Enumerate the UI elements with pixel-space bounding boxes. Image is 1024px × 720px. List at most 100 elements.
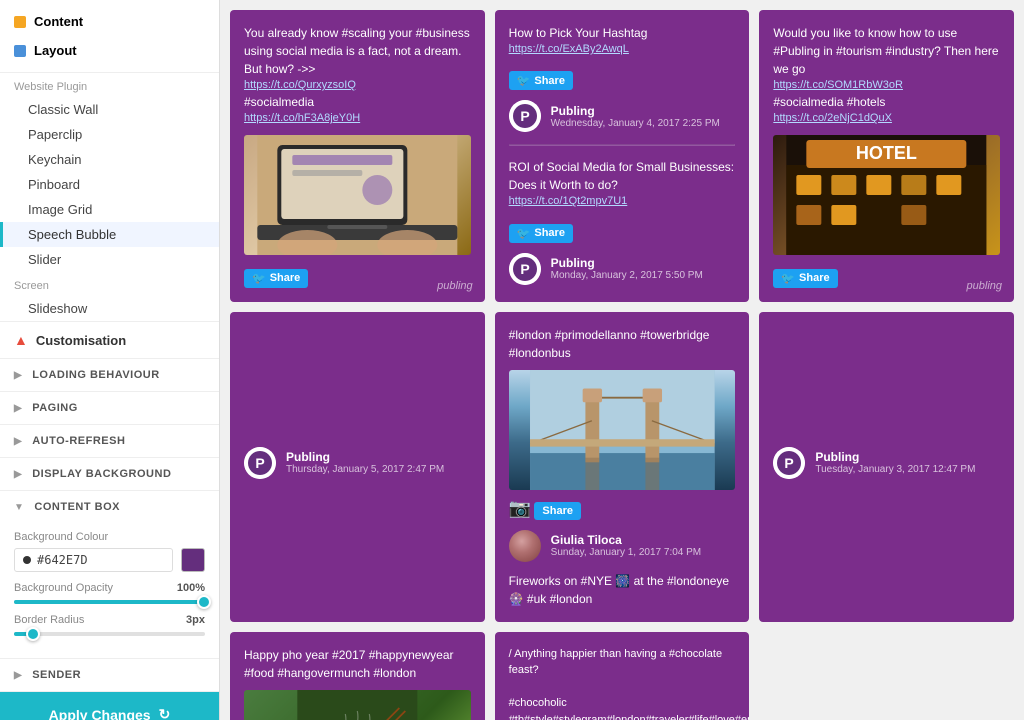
twitter-share-2b[interactable]: 🐦 Share <box>509 224 573 243</box>
sidebar: Content Layout Website Plugin Classic Wa… <box>0 0 220 720</box>
svg-text:P: P <box>520 261 529 277</box>
border-radius-slider[interactable] <box>14 632 205 636</box>
post-link-3b[interactable]: https://t.co/2eNjC1dQuX <box>773 111 1000 126</box>
accordion-content-box-body: Background Colour #642E7D Background Opa… <box>0 523 219 658</box>
color-hex-value: #642E7D <box>37 553 88 567</box>
twitter-icon: 🐦 <box>781 272 795 285</box>
opacity-slider[interactable] <box>14 600 205 604</box>
sidebar-item-slider[interactable]: Slider <box>0 247 219 272</box>
background-opacity-field: Background Opacity 100% <box>14 582 205 604</box>
sidebar-item-slideshow[interactable]: Slideshow <box>0 296 219 321</box>
opacity-value: 100% <box>177 582 205 594</box>
card-header-6: P Publing Tuesday, January 3, 2017 12:47… <box>773 447 975 479</box>
post-card-5: #london #primodellanno #towerbridge #lon… <box>495 312 750 622</box>
author-2a: Publing <box>551 104 720 118</box>
background-colour-label: Background Colour <box>14 531 205 543</box>
chevron-icon: ▶ <box>14 469 22 480</box>
opacity-slider-thumb[interactable] <box>197 595 211 609</box>
chevron-down-icon: ▼ <box>14 502 24 513</box>
sidebar-item-classic-wall[interactable]: Classic Wall <box>0 97 219 122</box>
post-card-1: You already know #scaling your #business… <box>230 10 485 302</box>
border-radius-value: 3px <box>186 614 205 626</box>
layout-icon <box>14 45 26 57</box>
twitter-share-2a[interactable]: 🐦 Share <box>509 71 573 90</box>
date-2b: Monday, January 2, 2017 5:50 PM <box>551 270 703 281</box>
sidebar-item-paperclip[interactable]: Paperclip <box>0 122 219 147</box>
avatar-2b: P <box>509 253 541 285</box>
chevron-icon: ▶ <box>14 670 22 681</box>
nav-items: Classic Wall Paperclip Keychain Pinboard… <box>0 97 219 272</box>
post-text-3: Would you like to know how to use #Publi… <box>773 24 1000 127</box>
svg-text:P: P <box>255 455 264 471</box>
post-text-5: #london #primodellanno #towerbridge #lon… <box>509 326 736 362</box>
customize-icon: ▲ <box>14 332 28 348</box>
post-card-2: How to Pick Your Hashtag https://t.co/Ex… <box>495 10 750 302</box>
apply-changes-button[interactable]: Apply Changes ↻ <box>0 692 219 720</box>
color-swatch[interactable] <box>181 548 205 572</box>
accordion-content-box-header[interactable]: ▼ CONTENT BOX <box>0 491 219 523</box>
post-image-3: HOTEL <box>773 135 1000 255</box>
sidebar-item-pinboard[interactable]: Pinboard <box>0 172 219 197</box>
post-link-2b[interactable]: https://t.co/1Qt2mpv7U1 <box>509 194 736 209</box>
border-radius-label: Border Radius <box>14 614 84 626</box>
twitter-icon: 🐦 <box>517 74 531 87</box>
instagram-icon: 📷 <box>509 498 531 518</box>
svg-text:P: P <box>785 455 794 471</box>
publing-logo-1: publing <box>437 280 472 292</box>
content-icon <box>14 16 26 28</box>
post-link-3a[interactable]: https://t.co/SOM1RbW3oR <box>773 78 1000 93</box>
accordion-auto-refresh-header[interactable]: ▶ AUTO-REFRESH <box>0 425 219 457</box>
sidebar-item-content[interactable]: Content <box>14 10 205 33</box>
accordion-display-background-header[interactable]: ▶ DISPLAY BACKGROUND <box>0 458 219 490</box>
card-header-4: P Publing Thursday, January 5, 2017 2:47… <box>244 447 444 479</box>
accordion-paging-header[interactable]: ▶ PAGING <box>0 392 219 424</box>
card-footer-2a: P Publing Wednesday, January 4, 2017 2:2… <box>509 100 736 132</box>
post-card-8: / Anything happier than having a #chocol… <box>495 632 750 720</box>
sidebar-item-keychain[interactable]: Keychain <box>0 147 219 172</box>
post-link-2a[interactable]: https://t.co/ExABy2AwqL <box>509 42 736 57</box>
date-4: Thursday, January 5, 2017 2:47 PM <box>286 464 444 475</box>
post-card-7: Happy pho year #2017 #happynewyear #food… <box>230 632 485 720</box>
post-image-5 <box>509 370 736 490</box>
accordion-loading-label: LOADING BEHAVIOUR <box>32 369 159 381</box>
screen-label: Screen <box>0 272 219 296</box>
post-text-8: / Anything happier than having a #chocol… <box>509 646 736 720</box>
accordion-sender-label: SENDER <box>32 669 81 681</box>
border-radius-field: Border Radius 3px <box>14 614 205 636</box>
border-radius-slider-thumb[interactable] <box>26 627 40 641</box>
avatar-4: P <box>244 447 276 479</box>
content-label: Content <box>34 14 83 29</box>
post-link-1a[interactable]: https://t.co/QurxyzsoIQ <box>244 78 471 93</box>
author-6: Publing <box>815 450 975 464</box>
accordion-auto-refresh: ▶ AUTO-REFRESH <box>0 425 219 458</box>
color-picker-icon <box>23 556 31 564</box>
twitter-share-3[interactable]: 🐦 Share <box>773 269 837 288</box>
author-2b: Publing <box>551 256 703 270</box>
accordion-auto-refresh-label: AUTO-REFRESH <box>32 435 125 447</box>
sidebar-item-speech-bubble[interactable]: Speech Bubble <box>0 222 219 247</box>
avatar-2a: P <box>509 100 541 132</box>
post-image-1 <box>244 135 471 255</box>
post-link-1b[interactable]: https://t.co/hF3A8jeY0H <box>244 111 471 126</box>
post-card-4: P Publing Thursday, January 5, 2017 2:47… <box>230 312 485 622</box>
svg-text:P: P <box>520 108 529 124</box>
customisation-header: ▲ Customisation <box>0 321 219 359</box>
sidebar-item-image-grid[interactable]: Image Grid <box>0 197 219 222</box>
twitter-share-1[interactable]: 🐦 Share <box>244 269 308 288</box>
twitter-icon: 🐦 <box>517 227 531 240</box>
accordion-display-background: ▶ DISPLAY BACKGROUND <box>0 458 219 491</box>
customisation-label: Customisation <box>36 333 126 348</box>
color-input-wrapper[interactable]: #642E7D <box>14 548 173 572</box>
background-colour-field: Background Colour #642E7D <box>14 531 205 572</box>
svg-text:HOTEL: HOTEL <box>856 143 917 163</box>
accordion-loading-behaviour-header[interactable]: ▶ LOADING BEHAVIOUR <box>0 359 219 391</box>
sidebar-item-layout[interactable]: Layout <box>14 39 205 62</box>
twitter-share-5[interactable]: Share <box>534 502 581 520</box>
layout-label: Layout <box>34 43 77 58</box>
accordion-sender-header[interactable]: ▶ SENDER <box>0 659 219 691</box>
sidebar-top-nav: Content Layout <box>0 0 219 73</box>
date-5: Sunday, January 1, 2017 7:04 PM <box>551 547 701 558</box>
date-2a: Wednesday, January 4, 2017 2:25 PM <box>551 118 720 129</box>
main-content: You already know #scaling your #business… <box>220 0 1024 720</box>
chevron-icon: ▶ <box>14 436 22 447</box>
